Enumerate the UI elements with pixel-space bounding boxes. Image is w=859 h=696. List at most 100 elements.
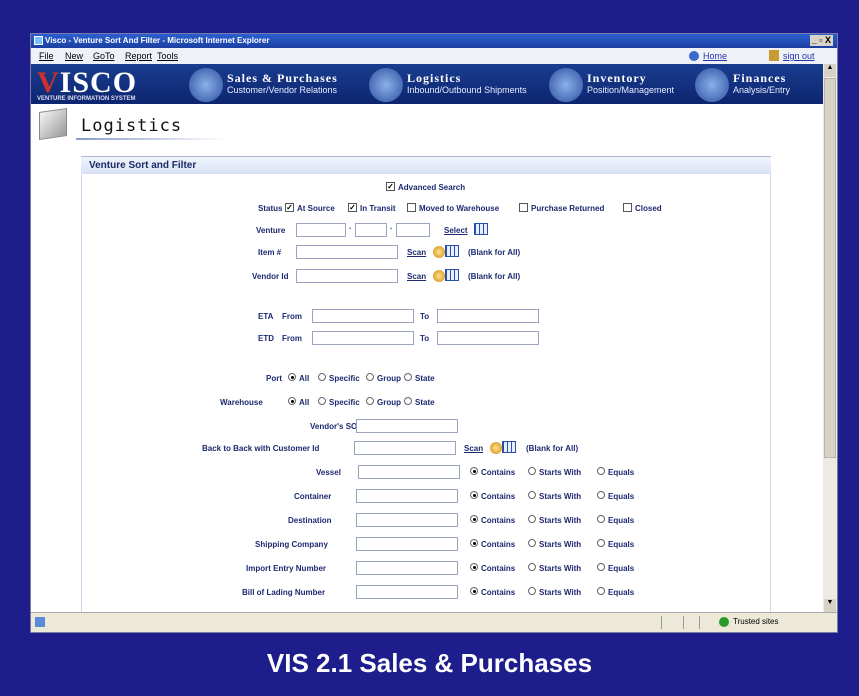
scroll-down-arrow[interactable]: ▼ bbox=[824, 599, 836, 612]
warehouse-state-radio[interactable] bbox=[404, 397, 412, 405]
port-all-radio[interactable] bbox=[288, 373, 296, 381]
b2b-label: Back to Back with Customer Id bbox=[202, 444, 320, 453]
eta-to-input[interactable] bbox=[437, 309, 539, 323]
shipping-contains-label: Contains bbox=[481, 540, 516, 549]
warehouse-specific-radio[interactable] bbox=[318, 397, 326, 405]
title-bar: Visco - Venture Sort And Filter - Micros… bbox=[31, 34, 837, 48]
warehouse-all-label: All bbox=[299, 398, 310, 407]
scan-icon[interactable] bbox=[490, 442, 502, 454]
signout-link[interactable]: sign out bbox=[783, 48, 815, 64]
scan-icon[interactable] bbox=[433, 246, 445, 258]
item-label: Item # bbox=[258, 248, 282, 257]
home-icon[interactable] bbox=[689, 51, 699, 61]
menu-file[interactable]: File bbox=[39, 48, 54, 64]
eta-label: ETA bbox=[258, 312, 274, 321]
status-in-transit-checkbox[interactable]: ✓ bbox=[348, 203, 357, 212]
item-scan-link[interactable]: Scan bbox=[407, 248, 426, 257]
import-entry-input[interactable] bbox=[356, 561, 458, 575]
window-controls[interactable]: _ ▫ X bbox=[809, 35, 833, 46]
status-moved-checkbox[interactable] bbox=[407, 203, 416, 212]
vessel-equals-radio[interactable] bbox=[597, 467, 605, 475]
container-equals-label: Equals bbox=[608, 492, 635, 501]
import-equals-label: Equals bbox=[608, 564, 635, 573]
scan-icon[interactable] bbox=[433, 270, 445, 282]
vendor-id-label: Vendor Id bbox=[252, 272, 289, 281]
port-state-radio[interactable] bbox=[404, 373, 412, 381]
eta-from-input[interactable] bbox=[312, 309, 414, 323]
advanced-search-checkbox[interactable]: ✓ bbox=[386, 182, 395, 191]
menu-report[interactable]: Report bbox=[125, 48, 152, 64]
status-moved-label: Moved to Warehouse bbox=[419, 204, 500, 213]
status-separator bbox=[683, 616, 684, 629]
grid-icon[interactable] bbox=[445, 269, 459, 281]
port-specific-radio[interactable] bbox=[318, 373, 326, 381]
shipping-contains-radio[interactable] bbox=[470, 539, 478, 547]
port-group-label: Group bbox=[377, 374, 401, 383]
bol-contains-label: Contains bbox=[481, 588, 516, 597]
grid-icon[interactable] bbox=[474, 223, 488, 235]
destination-starts-radio[interactable] bbox=[528, 515, 536, 523]
b2b-input[interactable] bbox=[354, 441, 456, 455]
vendor-scan-link[interactable]: Scan bbox=[407, 272, 426, 281]
venture-input-3[interactable] bbox=[396, 223, 430, 237]
warehouse-group-radio[interactable] bbox=[366, 397, 374, 405]
container-contains-radio[interactable] bbox=[470, 491, 478, 499]
menu-goto[interactable]: GoTo bbox=[93, 48, 115, 64]
section-header: Venture Sort and Filter bbox=[81, 156, 771, 174]
status-separator bbox=[699, 616, 700, 629]
container-input[interactable] bbox=[356, 489, 458, 503]
shipping-starts-radio[interactable] bbox=[528, 539, 536, 547]
status-at-source-checkbox[interactable]: ✓ bbox=[285, 203, 294, 212]
grid-icon[interactable] bbox=[445, 245, 459, 257]
vessel-contains-radio[interactable] bbox=[470, 467, 478, 475]
container-starts-label: Starts With bbox=[539, 492, 582, 501]
vessel-starts-radio[interactable] bbox=[528, 467, 536, 475]
etd-to-input[interactable] bbox=[437, 331, 539, 345]
vessel-input[interactable] bbox=[358, 465, 460, 479]
vertical-scrollbar[interactable]: ▲ ▼ bbox=[823, 64, 837, 612]
bol-contains-radio[interactable] bbox=[470, 587, 478, 595]
bol-starts-radio[interactable] bbox=[528, 587, 536, 595]
scroll-up-arrow[interactable]: ▲ bbox=[824, 64, 836, 77]
select-link[interactable]: Select bbox=[444, 226, 468, 235]
etd-from-input[interactable] bbox=[312, 331, 414, 345]
shipping-company-label: Shipping Company bbox=[255, 540, 328, 549]
status-separator bbox=[661, 616, 662, 629]
shipping-equals-radio[interactable] bbox=[597, 539, 605, 547]
item-input[interactable] bbox=[296, 245, 398, 259]
home-link[interactable]: Home bbox=[703, 48, 727, 64]
vendor-blank-hint: (Blank for All) bbox=[468, 272, 521, 281]
vendor-id-input[interactable] bbox=[296, 269, 398, 283]
venture-input-2[interactable] bbox=[355, 223, 387, 237]
vendor-so-input[interactable] bbox=[356, 419, 458, 433]
destination-equals-radio[interactable] bbox=[597, 515, 605, 523]
destination-input[interactable] bbox=[356, 513, 458, 527]
vessel-starts-label: Starts With bbox=[539, 468, 582, 477]
shipping-company-input[interactable] bbox=[356, 537, 458, 551]
status-returned-checkbox[interactable] bbox=[519, 203, 528, 212]
bill-of-lading-input[interactable] bbox=[356, 585, 458, 599]
bol-equals-radio[interactable] bbox=[597, 587, 605, 595]
import-equals-radio[interactable] bbox=[597, 563, 605, 571]
status-closed-label: Closed bbox=[635, 204, 662, 213]
venture-input-1[interactable] bbox=[296, 223, 346, 237]
container-equals-radio[interactable] bbox=[597, 491, 605, 499]
browser-window: Visco - Venture Sort And Filter - Micros… bbox=[30, 33, 838, 633]
warehouse-state-label: State bbox=[415, 398, 435, 407]
ie-icon bbox=[34, 36, 43, 45]
status-closed-checkbox[interactable] bbox=[623, 203, 632, 212]
port-group-radio[interactable] bbox=[366, 373, 374, 381]
grid-icon[interactable] bbox=[502, 441, 516, 453]
import-starts-radio[interactable] bbox=[528, 563, 536, 571]
warehouse-all-radio[interactable] bbox=[288, 397, 296, 405]
page-icon bbox=[35, 617, 45, 627]
scroll-thumb[interactable] bbox=[824, 78, 836, 458]
b2b-scan-link[interactable]: Scan bbox=[464, 444, 483, 453]
menu-tools[interactable]: Tools bbox=[157, 48, 178, 64]
venture-sep-2: · bbox=[390, 224, 393, 233]
destination-contains-radio[interactable] bbox=[470, 515, 478, 523]
window-title: Visco - Venture Sort And Filter - Micros… bbox=[45, 36, 270, 45]
menu-new[interactable]: New bbox=[65, 48, 83, 64]
import-contains-radio[interactable] bbox=[470, 563, 478, 571]
container-starts-radio[interactable] bbox=[528, 491, 536, 499]
